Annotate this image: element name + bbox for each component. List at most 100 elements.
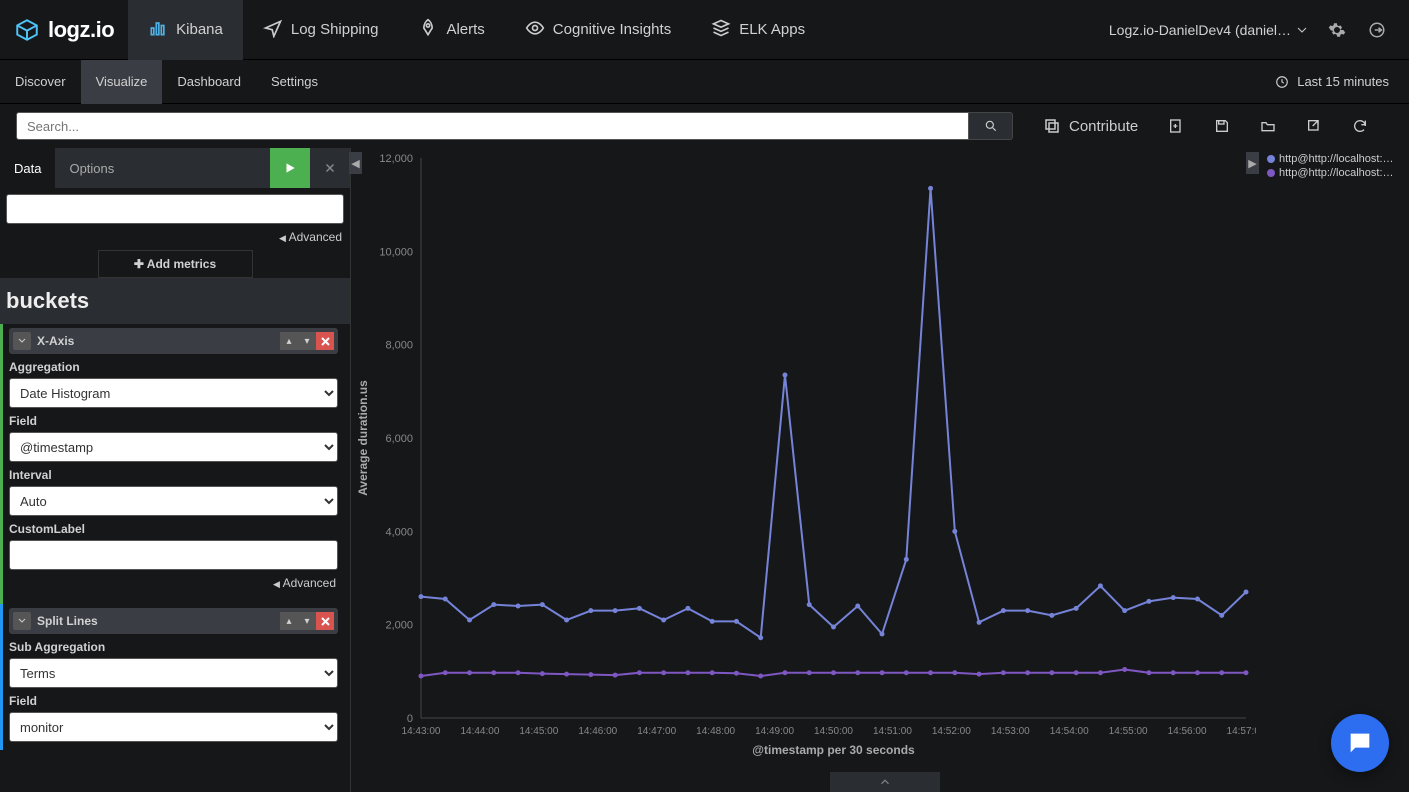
user-menu[interactable]: Logz.io-DanielDev4 (daniel…	[1109, 22, 1307, 38]
chat-icon	[1346, 729, 1374, 757]
play-icon	[283, 161, 297, 175]
logo-icon	[14, 17, 40, 43]
move-down-button[interactable]: ▾	[298, 612, 316, 630]
logout-icon[interactable]	[1367, 20, 1387, 40]
move-up-button[interactable]: ▴	[280, 612, 298, 630]
subagg-select[interactable]: Terms	[9, 658, 338, 688]
nav-kibana[interactable]: Kibana	[128, 0, 243, 60]
line-chart: 02,0004,0006,0008,00010,00012,00014:43:0…	[351, 148, 1256, 768]
svg-text:14:52:00: 14:52:00	[932, 726, 971, 737]
bucket-title: Split Lines	[37, 614, 98, 628]
stack-icon	[711, 18, 731, 42]
close-icon	[324, 162, 336, 174]
legend-expand-handle[interactable]: ▶	[1246, 152, 1259, 174]
contribute-button[interactable]: Contribute	[1043, 117, 1138, 135]
svg-text:14:50:00: 14:50:00	[814, 726, 853, 737]
spy-panel-toggle[interactable]	[830, 772, 940, 792]
discard-button[interactable]	[310, 148, 350, 188]
svg-text:14:43:00: 14:43:00	[402, 726, 441, 737]
svg-text:14:57:00: 14:57:00	[1227, 726, 1256, 737]
svg-text:14:51:00: 14:51:00	[873, 726, 912, 737]
svg-text:14:46:00: 14:46:00	[578, 726, 617, 737]
time-range-label[interactable]: Last 15 minutes	[1297, 74, 1389, 89]
nav-log-shipping[interactable]: Log Shipping	[243, 0, 399, 60]
side-tab-options[interactable]: Options	[55, 148, 128, 188]
new-sheet-icon[interactable]	[1168, 118, 1184, 134]
custom-label-label: CustomLabel	[9, 522, 338, 536]
svg-text:14:48:00: 14:48:00	[696, 726, 735, 737]
search-input[interactable]	[16, 112, 969, 140]
split-field-select[interactable]: monitor	[9, 712, 338, 742]
subagg-label: Sub Aggregation	[9, 640, 338, 654]
contribute-label: Contribute	[1069, 118, 1138, 135]
advanced-toggle-metrics[interactable]: ◀ Advanced	[6, 224, 344, 250]
subnav-dashboard[interactable]: Dashboard	[162, 60, 256, 104]
bucket-title: X-Axis	[37, 334, 74, 348]
field-select[interactable]: @timestamp	[9, 432, 338, 462]
remove-bucket-button[interactable]	[316, 332, 334, 350]
brand-logo[interactable]: logz.io	[0, 17, 128, 43]
chart-area: 02,0004,0006,0008,00010,00012,00014:43:0…	[351, 148, 1409, 792]
search-button[interactable]	[969, 112, 1013, 140]
svg-text:Average duration.us: Average duration.us	[356, 380, 370, 496]
plane-icon	[263, 18, 283, 42]
move-down-button[interactable]: ▾	[298, 332, 316, 350]
apply-button[interactable]	[270, 148, 310, 188]
search-icon	[984, 119, 998, 133]
add-metrics-button[interactable]: ✚ Add metrics	[98, 250, 253, 278]
svg-text:14:47:00: 14:47:00	[637, 726, 676, 737]
folder-open-icon[interactable]	[1260, 118, 1276, 134]
collapse-toggle[interactable]	[13, 612, 31, 630]
subnav-settings[interactable]: Settings	[256, 60, 333, 104]
save-icon[interactable]	[1214, 118, 1230, 134]
nav-alerts[interactable]: Alerts	[398, 0, 504, 60]
intercom-chat-button[interactable]	[1331, 714, 1389, 772]
side-tab-data[interactable]: Data	[0, 148, 55, 188]
refresh-icon[interactable]	[1352, 118, 1368, 134]
svg-text:14:54:00: 14:54:00	[1050, 726, 1089, 737]
nav-cognitive-insights[interactable]: Cognitive Insights	[505, 0, 691, 60]
svg-text:6,000: 6,000	[385, 433, 413, 445]
svg-text:14:49:00: 14:49:00	[755, 726, 794, 737]
move-up-button[interactable]: ▴	[280, 332, 298, 350]
subnav-discover[interactable]: Discover	[0, 60, 81, 104]
svg-text:14:53:00: 14:53:00	[991, 726, 1030, 737]
sub-nav: DiscoverVisualizeDashboardSettings Last …	[0, 60, 1409, 104]
custom-label-input[interactable]	[9, 540, 338, 570]
clock-icon	[1275, 75, 1289, 89]
split-field-label: Field	[9, 694, 338, 708]
nav-elk-apps[interactable]: ELK Apps	[691, 0, 825, 60]
metric-label-input[interactable]	[6, 194, 344, 224]
sidebar-collapse-handle[interactable]: ◀	[349, 152, 362, 174]
legend-dot-icon	[1267, 169, 1275, 177]
visualize-sidebar: DataOptions ◀ Advanced ✚ Add metrics buc…	[0, 148, 351, 792]
brand-name: logz.io	[48, 17, 114, 43]
interval-label: Interval	[9, 468, 338, 482]
interval-select[interactable]: Auto	[9, 486, 338, 516]
settings-gear-icon[interactable]	[1327, 20, 1347, 40]
bar-chart-icon	[148, 18, 168, 42]
aggregation-select[interactable]: Date Histogram	[9, 378, 338, 408]
aggregation-label: Aggregation	[9, 360, 338, 374]
remove-bucket-button[interactable]	[316, 612, 334, 630]
svg-text:0: 0	[407, 713, 413, 725]
bucket-xaxis: X-Axis ▴ ▾ Aggregation Date Histogram Fi…	[0, 324, 344, 604]
bucket-split-lines: Split Lines ▴ ▾ Sub Aggregation Terms Fi…	[0, 604, 344, 750]
svg-text:4,000: 4,000	[385, 526, 413, 538]
eye-icon	[525, 18, 545, 42]
collapse-toggle[interactable]	[13, 332, 31, 350]
buckets-header: buckets	[0, 278, 350, 324]
legend-item[interactable]: http@http://localhost:…	[1267, 166, 1405, 180]
field-label: Field	[9, 414, 338, 428]
copy-icon	[1043, 117, 1061, 135]
advanced-toggle-xaxis[interactable]: ◀ Advanced	[9, 570, 338, 596]
legend-dot-icon	[1267, 155, 1275, 163]
svg-text:10,000: 10,000	[379, 246, 413, 258]
caret-down-icon	[1297, 25, 1307, 35]
legend-item[interactable]: http@http://localhost:…	[1267, 152, 1405, 166]
svg-text:2,000: 2,000	[385, 620, 413, 632]
svg-text:8,000: 8,000	[385, 340, 413, 352]
share-icon[interactable]	[1306, 118, 1322, 134]
subnav-visualize[interactable]: Visualize	[81, 60, 163, 104]
user-label: Logz.io-DanielDev4 (daniel…	[1109, 22, 1291, 38]
